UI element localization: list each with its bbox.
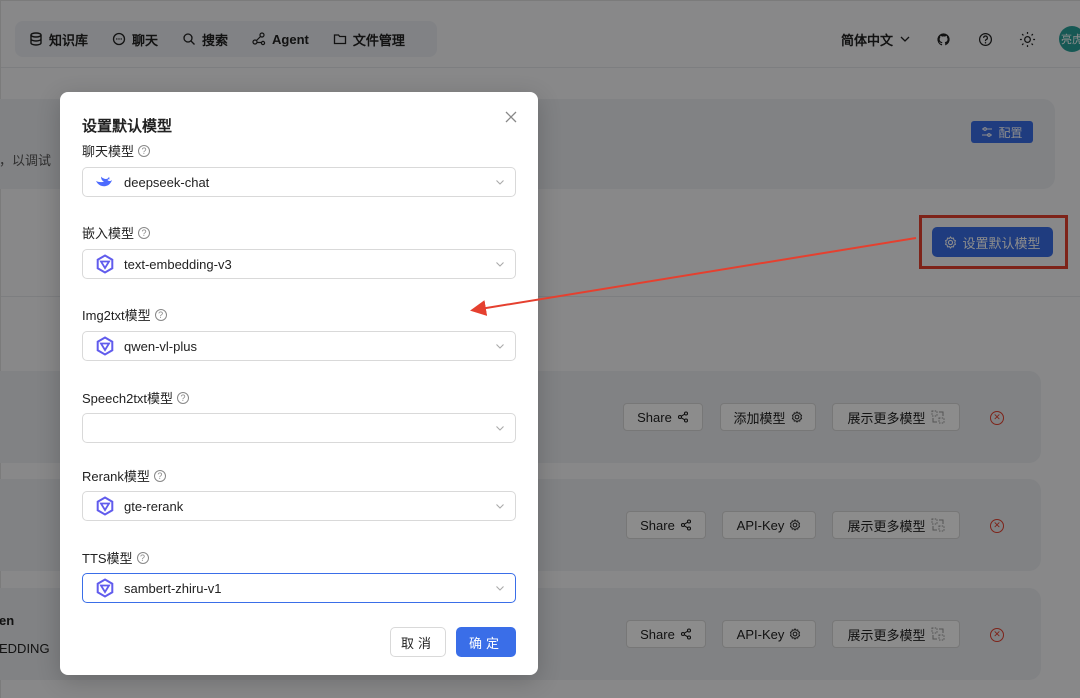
rerank-model-select[interactable]: gte-rerank xyxy=(82,491,516,521)
chevron-down-icon xyxy=(496,262,504,267)
question-icon[interactable]: ? xyxy=(177,391,190,404)
chat-model-label: 聊天模型 ? xyxy=(82,141,151,160)
question-icon[interactable]: ? xyxy=(138,226,151,239)
chevron-down-icon xyxy=(496,426,504,431)
question-icon[interactable]: ? xyxy=(154,308,167,321)
cancel-button[interactable]: 取消 xyxy=(390,627,446,657)
confirm-button[interactable]: 确定 xyxy=(456,627,516,657)
tts-model-select[interactable]: sambert-zhiru-v1 xyxy=(82,573,516,603)
img2txt-model-select[interactable]: qwen-vl-plus xyxy=(82,331,516,361)
question-icon[interactable]: ? xyxy=(153,469,166,482)
tongyi-icon xyxy=(95,496,115,516)
chevron-down-icon xyxy=(496,180,504,185)
question-icon[interactable]: ? xyxy=(136,551,149,564)
tongyi-icon xyxy=(95,336,115,356)
field-label-text: 嵌入模型 xyxy=(82,226,135,241)
selected-value: gte-rerank xyxy=(124,498,184,514)
speech2txt-model-select[interactable] xyxy=(82,413,516,443)
field-label-text: Rerank模型 xyxy=(82,469,150,484)
embedding-model-label: 嵌入模型 ? xyxy=(82,223,151,242)
close-icon[interactable] xyxy=(503,109,519,125)
dialog-title: 设置默认模型 xyxy=(82,118,173,135)
field-label-text: TTS模型 xyxy=(82,551,133,566)
chevron-down-icon xyxy=(496,586,504,591)
img2txt-model-label: Img2txt模型 ? xyxy=(82,305,167,324)
field-label-text: Speech2txt模型 xyxy=(82,391,174,406)
selected-value: text-embedding-v3 xyxy=(124,256,232,272)
embedding-model-select[interactable]: text-embedding-v3 xyxy=(82,249,516,279)
deepseek-whale-icon xyxy=(95,172,115,192)
selected-value: sambert-zhiru-v1 xyxy=(124,580,222,596)
chat-model-select[interactable]: deepseek-chat xyxy=(82,167,516,197)
question-icon[interactable]: ? xyxy=(138,144,151,157)
set-default-model-dialog: 设置默认模型 聊天模型 ? deepseek-chat 嵌入模型 ? text-… xyxy=(60,92,538,675)
field-label-text: Img2txt模型 xyxy=(82,308,151,323)
selected-value: qwen-vl-plus xyxy=(124,338,197,354)
tongyi-icon xyxy=(95,254,115,274)
tongyi-icon xyxy=(95,578,115,598)
field-label-text: 聊天模型 xyxy=(82,144,135,159)
tts-model-label: TTS模型 ? xyxy=(82,548,149,567)
rerank-model-label: Rerank模型 ? xyxy=(82,466,166,485)
speech2txt-model-label: Speech2txt模型 ? xyxy=(82,388,190,407)
selected-value: deepseek-chat xyxy=(124,174,210,190)
chevron-down-icon xyxy=(496,344,504,349)
chevron-down-icon xyxy=(496,504,504,509)
